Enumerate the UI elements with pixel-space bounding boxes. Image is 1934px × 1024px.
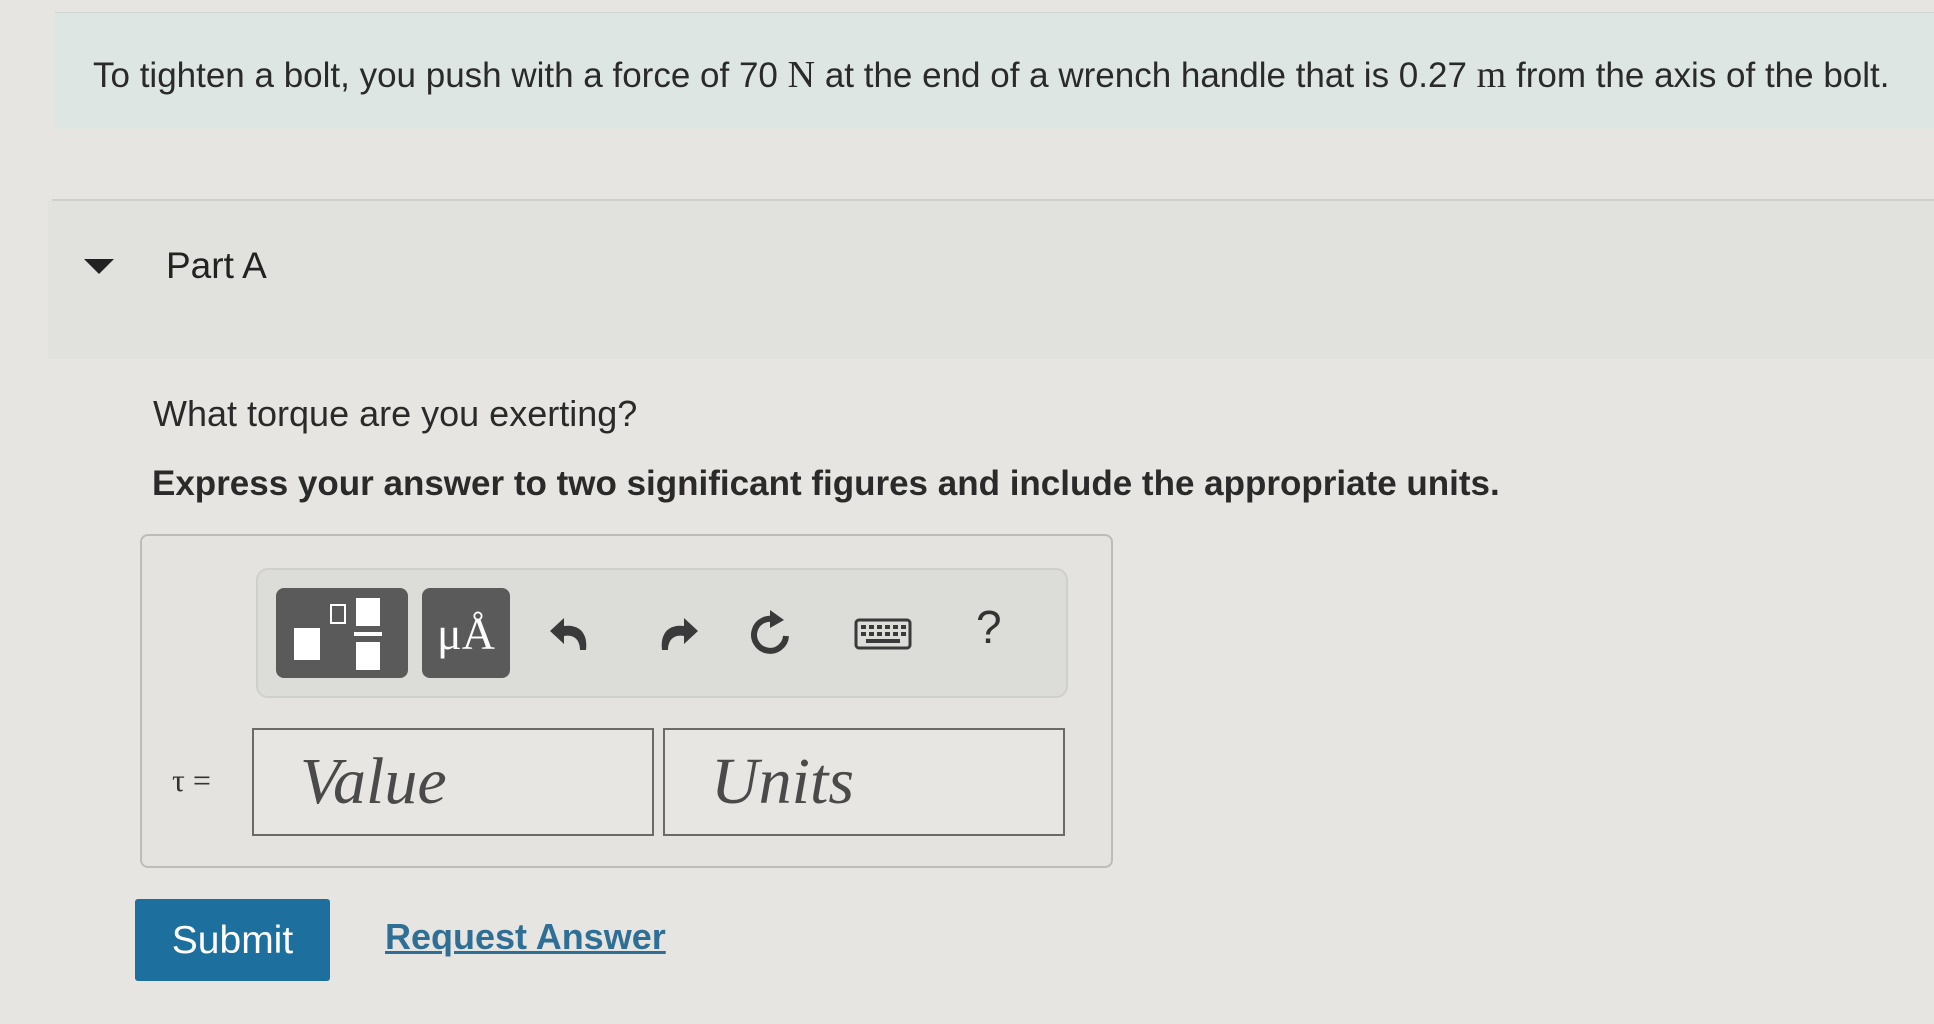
undo-icon[interactable] [540, 588, 610, 678]
force-unit: N [787, 54, 816, 96]
keyboard-icon[interactable] [848, 588, 928, 678]
problem-text-part-1: To tighten a bolt, you push with a force… [93, 56, 778, 95]
problem-text-part-3: from the axis of the bolt. [1515, 56, 1890, 95]
caret-down-icon[interactable] [84, 259, 114, 274]
problem-statement: To tighten a bolt, you push with a force… [55, 12, 1934, 129]
value-input[interactable]: Value [252, 728, 654, 836]
question-text: What torque are you exerting? [153, 393, 638, 434]
templates-button[interactable] [276, 588, 408, 678]
part-title: Part A [166, 245, 267, 286]
redo-icon[interactable] [638, 588, 708, 678]
request-answer-link[interactable]: Request Answer [385, 916, 666, 958]
length-unit: m [1476, 54, 1507, 96]
problem-text-part-2: at the end of a wrench handle that is 0.… [824, 56, 1467, 95]
units-input[interactable]: Units [663, 728, 1065, 836]
help-button[interactable]: ? [976, 600, 1002, 654]
submit-button[interactable]: Submit [135, 899, 330, 981]
variable-label: τ = [172, 762, 211, 798]
instruction-text: Express your answer to two significant f… [152, 464, 1500, 503]
problem-text: To tighten a bolt, you push with a force… [93, 53, 1889, 97]
math-toolbar: μÅ ? [256, 568, 1068, 698]
answer-box: μÅ ? τ = Value Units [140, 534, 1113, 868]
units-button[interactable]: μÅ [422, 588, 510, 678]
part-a-header[interactable]: Part A [48, 201, 1934, 359]
reset-icon[interactable] [736, 588, 806, 678]
